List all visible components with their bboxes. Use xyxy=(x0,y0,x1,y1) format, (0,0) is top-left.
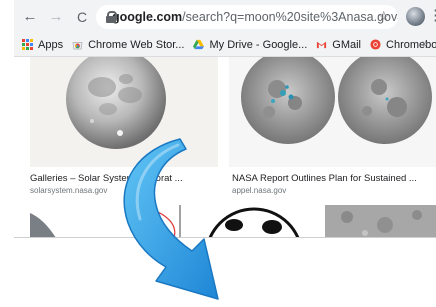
forward-arrow-icon[interactable]: → xyxy=(46,7,66,27)
bookmarks-bar: Apps Chrome Web Stor... My Drive - Googl… xyxy=(14,33,436,57)
bookmark-my-drive[interactable]: My Drive - Google... xyxy=(193,39,307,51)
url-host: google.com xyxy=(112,10,183,24)
curved-arrow-overlay xyxy=(100,135,230,307)
curved-arrow-icon xyxy=(123,138,219,300)
google-drive-icon xyxy=(193,39,205,50)
bookmark-label: Apps xyxy=(38,38,64,51)
profile-avatar[interactable] xyxy=(406,7,425,26)
bookmark-gmail[interactable]: GMail xyxy=(316,39,361,51)
result-image-lunar-poles[interactable] xyxy=(229,57,436,167)
bookmark-chrome-web-store[interactable]: Chrome Web Stor... xyxy=(72,39,184,51)
reload-icon[interactable]: C xyxy=(72,7,92,27)
bookmarks-overflow-icon[interactable]: » xyxy=(422,38,428,50)
chrome-web-store-icon xyxy=(72,42,83,50)
result-image-partial-3[interactable] xyxy=(325,205,436,237)
browser-toolbar: ← → C google.com/search?q=moon%20site%3A… xyxy=(14,0,436,33)
star-bookmark-icon[interactable]: ☆ xyxy=(377,8,390,25)
lunar-poles-photo xyxy=(241,57,432,144)
back-arrow-icon[interactable]: ← xyxy=(20,7,40,27)
url-path: /search?q=moon%20site%3Anasa.gov&tbm=is.… xyxy=(182,10,398,24)
gmail-icon xyxy=(317,41,327,49)
apps-grid-icon xyxy=(22,39,33,50)
result-caption[interactable]: NASA Report Outlines Plan for Sustained … xyxy=(232,173,417,184)
kebab-menu-icon[interactable]: ⋮ xyxy=(428,8,436,23)
bookmark-label: Chrome Web Stor... xyxy=(88,38,185,51)
lunar-surface-photo xyxy=(325,205,436,237)
result-source[interactable]: solarsystem.nasa.gov xyxy=(30,186,107,195)
bookmark-apps[interactable]: Apps xyxy=(14,39,63,51)
address-bar[interactable]: google.com/search?q=moon%20site%3Anasa.g… xyxy=(96,5,398,29)
result-source[interactable]: appel.nasa.gov xyxy=(232,186,286,195)
bookmark-label: GMail xyxy=(332,38,362,51)
bookmark-label: Chromebook Clas... xyxy=(386,38,436,51)
chromebook-icon xyxy=(370,39,381,50)
bookmark-label: My Drive - Google... xyxy=(209,38,308,51)
